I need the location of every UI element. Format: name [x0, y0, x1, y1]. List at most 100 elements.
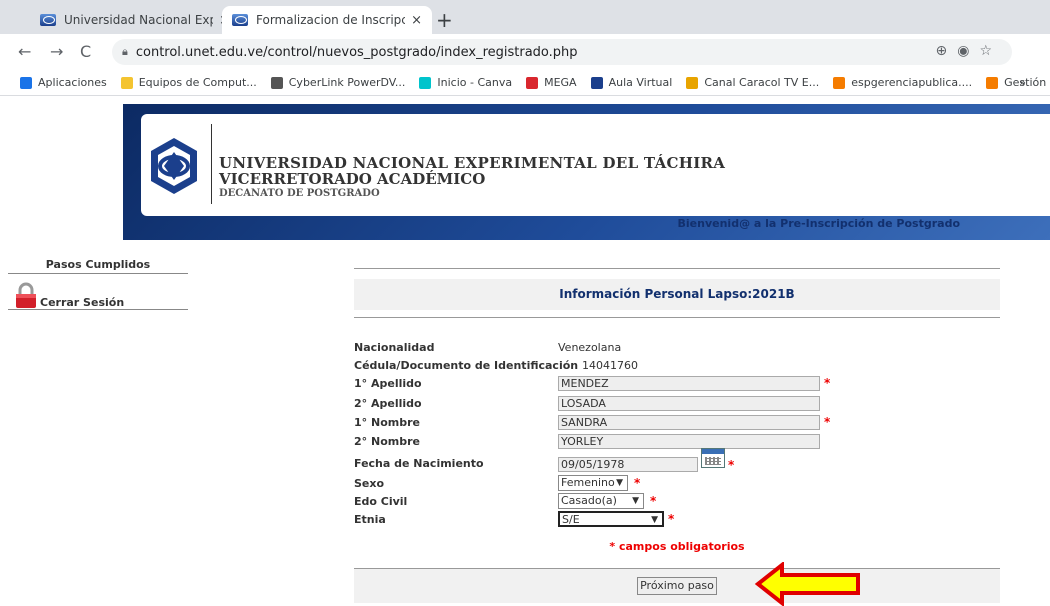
welcome-message: Bienvenid@ a la Pre-Inscripción de Postg…: [677, 217, 960, 230]
bookmark-icon: [833, 76, 846, 89]
bookmark-label: Aula Virtual: [608, 76, 673, 89]
lock-icon: 🔒︎: [122, 45, 128, 58]
required-mark: *: [634, 476, 641, 490]
browser-tab-formalizacion[interactable]: Formalizacion de Inscripción ×: [222, 6, 432, 34]
chevron-down-icon: ▼: [616, 478, 623, 488]
etnia-select[interactable]: S/E ▼: [558, 511, 664, 527]
back-icon[interactable]: ←: [18, 42, 31, 61]
bookmark-item[interactable]: CyberLink PowerDV...: [270, 76, 406, 89]
calendar-icon[interactable]: [701, 448, 725, 468]
required-mark: *: [824, 415, 831, 429]
birthdate-input[interactable]: [558, 457, 698, 472]
bookmark-icon: [120, 76, 133, 89]
label-nacimiento: Fecha de Nacimiento: [354, 456, 484, 470]
vicerrectorado-name: VICERRETORADO ACADÉMICO: [219, 170, 486, 188]
bookmark-icon: [686, 76, 699, 89]
forward-icon[interactable]: →: [50, 42, 63, 61]
bookmark-item[interactable]: espgerenciapublica....: [833, 76, 972, 89]
bookmark-label: MEGA: [544, 76, 577, 89]
bookmark-item[interactable]: Aplicaciones: [20, 76, 107, 89]
padlock-icon: [16, 282, 36, 308]
decanato-name: DECANATO DE POSTGRADO: [219, 188, 380, 199]
eye-icon[interactable]: ◉: [957, 43, 979, 59]
label-sexo: Sexo: [354, 476, 385, 490]
bookmark-item[interactable]: Gestión: [986, 76, 1046, 89]
next-step-button[interactable]: Próximo paso: [637, 577, 717, 595]
university-banner: UNIVERSIDAD NACIONAL EXPERIMENTAL DEL TÁ…: [123, 104, 1050, 240]
bookmark-label: espgerenciapublica....: [851, 76, 973, 89]
label-civil: Edo Civil: [354, 494, 408, 508]
bookmarks-more-icon[interactable]: »: [1019, 76, 1026, 89]
section-heading: Información Personal Lapso:2021B: [354, 279, 1000, 310]
address-bar[interactable]: 🔒︎ control.unet.edu.ve/control/nuevos_po…: [112, 39, 1012, 65]
chevron-down-icon: ▼: [632, 496, 639, 506]
bookmark-icon: [20, 76, 32, 89]
banner-divider: [211, 124, 212, 204]
bookmark-icon: [590, 76, 603, 89]
required-mark: *: [650, 494, 657, 508]
zoom-icon[interactable]: ⊕: [935, 43, 957, 59]
civil-select[interactable]: Casado(a) ▼: [558, 493, 644, 509]
unet-logo-icon: [151, 138, 197, 194]
civil-selected: Casado(a): [561, 494, 617, 507]
tab-close-icon[interactable]: ×: [411, 13, 422, 28]
value-cedula: 14041760: [582, 358, 638, 372]
bookmark-item[interactable]: Canal Caracol TV E...: [686, 76, 819, 89]
star-icon[interactable]: ☆: [979, 43, 1002, 59]
label-nombre2: 2° Nombre: [354, 434, 420, 448]
bookmark-item[interactable]: Equipos de Comput...: [120, 76, 257, 89]
bookmark-label: CyberLink PowerDV...: [288, 76, 406, 89]
label-etnia: Etnia: [354, 512, 386, 526]
label-apellido1: 1° Apellido: [354, 376, 422, 390]
bookmark-label: Canal Caracol TV E...: [704, 76, 820, 89]
new-tab-button[interactable]: +: [436, 8, 453, 32]
browser-tabstrip: Universidad Nacional Experiment × Formal…: [0, 0, 1050, 34]
bookmark-icon: [270, 76, 283, 89]
logout-label: Cerrar Sesión: [40, 296, 125, 309]
bookmark-icon: [419, 76, 432, 89]
bookmark-label: Equipos de Comput...: [138, 76, 257, 89]
nombre1-input[interactable]: [558, 414, 820, 430]
form-header: Información Personal Lapso:2021B: [354, 268, 1000, 318]
required-mark: *: [728, 458, 735, 472]
bookmark-item[interactable]: MEGA: [526, 76, 577, 89]
etnia-selected: S/E: [562, 513, 580, 526]
bookmark-icon: [526, 76, 539, 89]
url-text: control.unet.edu.ve/control/nuevos_postg…: [135, 44, 578, 60]
sexo-select[interactable]: Femenino ▼: [558, 475, 628, 491]
form-footer: Próximo paso: [354, 568, 1000, 603]
unet-favicon-icon: [40, 14, 56, 26]
label-cedula: Cédula/Documento de Identificación: [354, 358, 579, 372]
bookmarks-bar: Aplicaciones Equipos de Comput... CyberLin…: [0, 70, 1050, 96]
divider: [354, 317, 1000, 318]
apellido1-input[interactable]: [558, 375, 820, 391]
mandatory-note: * campos obligatorios: [609, 540, 745, 553]
left-arrow-icon: [754, 562, 860, 606]
value-nacionalidad: Venezolana: [558, 340, 622, 354]
tab-title: Universidad Nacional Experiment: [64, 13, 213, 27]
sexo-selected: Femenino: [561, 476, 615, 489]
label-nacionalidad: Nacionalidad: [354, 340, 435, 354]
unet-favicon-icon: [232, 14, 248, 26]
required-mark: *: [824, 376, 831, 390]
bookmark-item[interactable]: Inicio - Canva: [419, 76, 512, 89]
required-mark: *: [668, 512, 675, 526]
apellido2-input[interactable]: [558, 395, 820, 411]
label-apellido2: 2° Apellido: [354, 396, 422, 410]
reload-icon[interactable]: C: [80, 42, 91, 61]
label-nombre1: 1° Nombre: [354, 415, 420, 429]
browser-toolbar: ← → C 🔒︎ control.unet.edu.ve/control/nue…: [0, 34, 1050, 70]
omnibox-actions: ⊕◉☆: [935, 43, 1002, 59]
chevron-down-icon: ▼: [651, 515, 658, 525]
nombre2-input[interactable]: [558, 433, 820, 449]
sidebar-steps-title: Pasos Cumplidos: [8, 258, 188, 274]
bookmark-icon: [986, 76, 999, 89]
banner-card: UNIVERSIDAD NACIONAL EXPERIMENTAL DEL TÁ…: [141, 114, 1050, 216]
logout-link[interactable]: Cerrar Sesión: [8, 282, 188, 310]
bookmark-label: Inicio - Canva: [437, 76, 513, 89]
tab-title: Formalizacion de Inscripción: [256, 13, 406, 27]
bookmark-item[interactable]: Aula Virtual: [590, 76, 673, 89]
bookmark-label: Aplicaciones: [38, 76, 107, 89]
browser-tab-unet[interactable]: Universidad Nacional Experiment ×: [30, 6, 240, 34]
divider: [354, 268, 1000, 269]
